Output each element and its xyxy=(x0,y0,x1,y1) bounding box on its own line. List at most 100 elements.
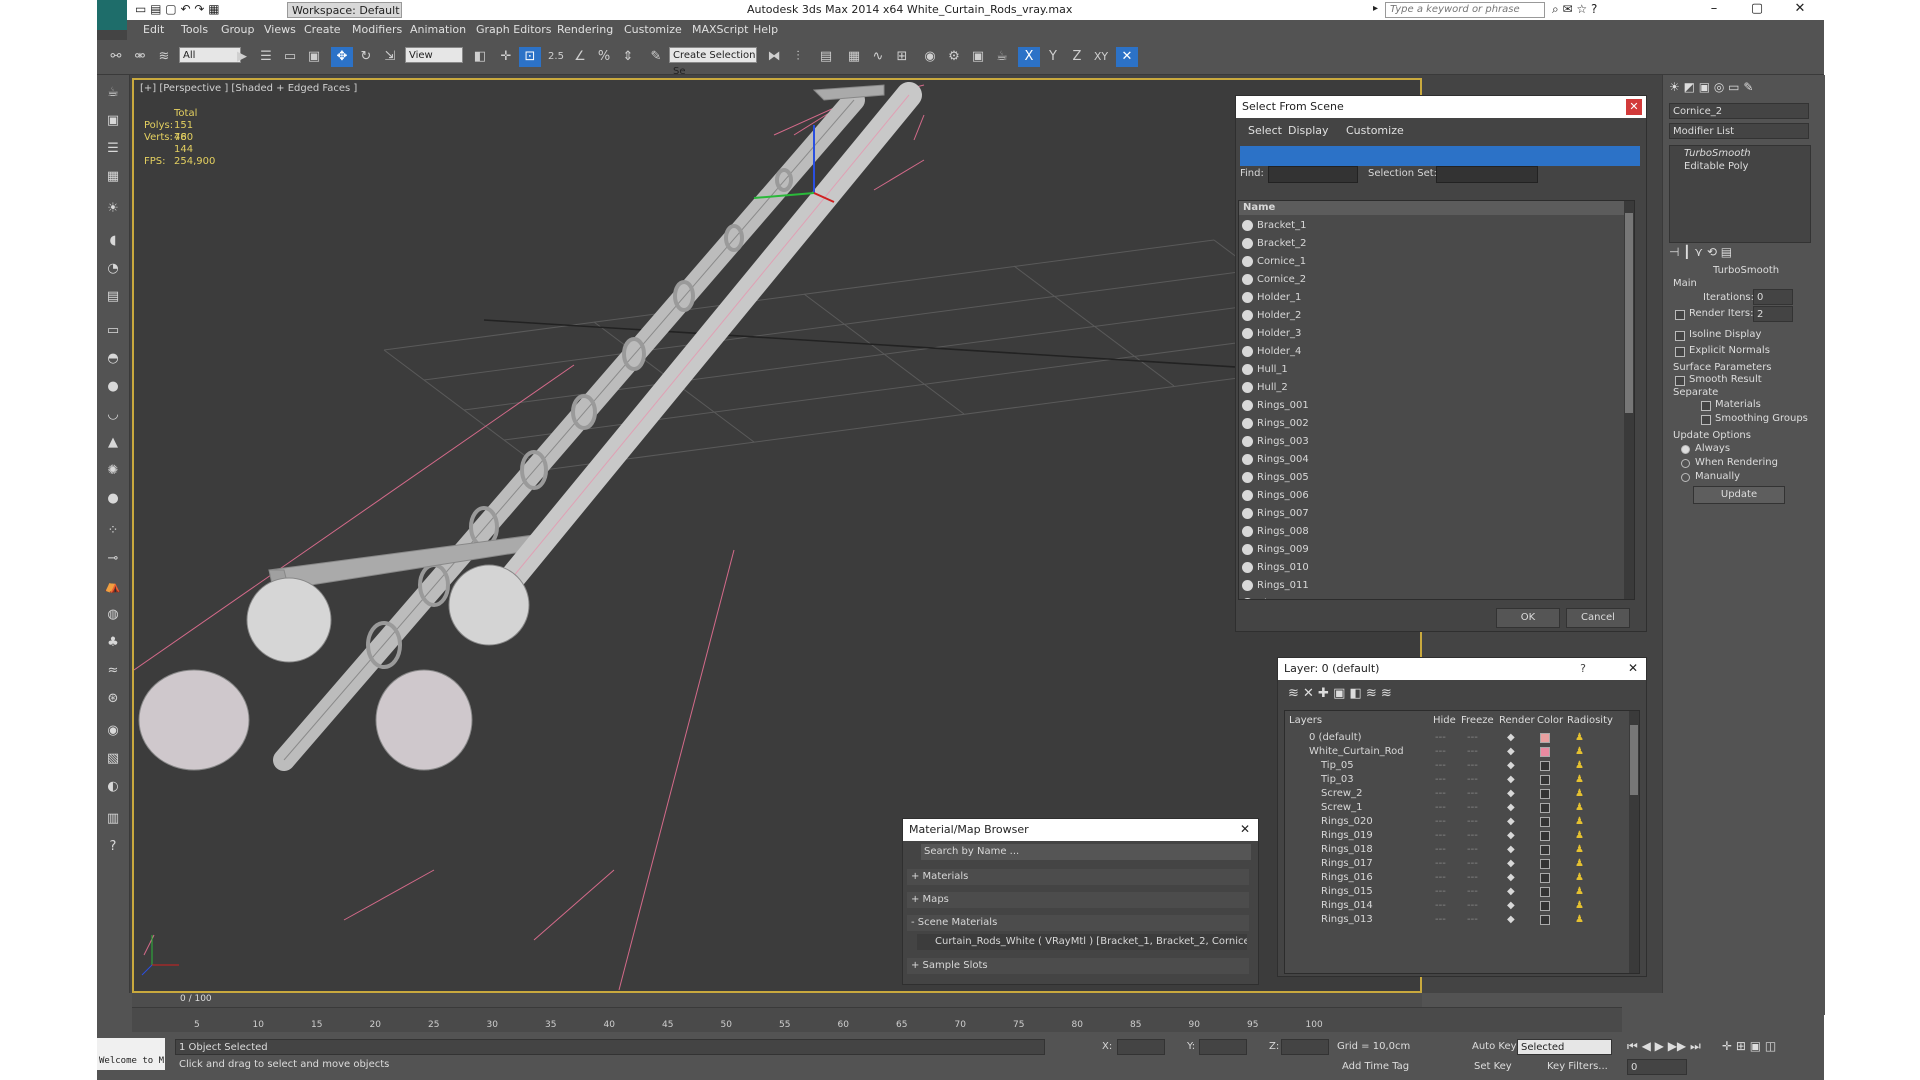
col-freeze[interactable]: Freeze xyxy=(1461,715,1494,726)
scene-object-row[interactable]: Cornice_1 xyxy=(1239,253,1624,271)
layer-color-swatch[interactable] xyxy=(1540,845,1550,855)
scene-object-row[interactable]: Rings_005 xyxy=(1239,469,1624,487)
scene-object-list[interactable]: Name Bracket_1 Bracket_2 Cornice_1 Cornice_… xyxy=(1238,200,1635,600)
pivot-icon[interactable]: ◧ xyxy=(469,47,491,67)
edit-named-selection-icon[interactable]: ✎ xyxy=(645,47,667,67)
scene-object-row[interactable]: Rings_007 xyxy=(1239,505,1624,523)
render-iters-checkbox[interactable] xyxy=(1675,310,1685,320)
menu-rendering[interactable]: Rendering xyxy=(557,23,613,36)
set-key-button[interactable]: Set Key xyxy=(1474,1061,1512,1072)
sfs-menu-select[interactable]: Select xyxy=(1248,124,1282,137)
selection-set-dropdown[interactable] xyxy=(1436,166,1538,183)
layer-scrollbar[interactable] xyxy=(1629,711,1639,973)
axis-z-button[interactable]: Z xyxy=(1066,47,1088,67)
menu-views[interactable]: Views xyxy=(264,23,296,36)
unlink-icon[interactable]: ⚮ xyxy=(129,47,151,67)
menu-create[interactable]: Create xyxy=(304,23,341,36)
layer-toolbar-icons[interactable]: ≋ ✕ ✚ ▣ ◧ ≋ ≋ xyxy=(1288,686,1392,701)
sfs-filter-toolbar[interactable] xyxy=(1240,146,1640,166)
plant-icon[interactable]: ♣ xyxy=(102,633,124,653)
sphere-icon[interactable]: ● xyxy=(102,377,124,397)
freeze-toggle[interactable]: --- xyxy=(1467,911,1478,928)
cone-icon[interactable]: ▲ xyxy=(102,433,124,453)
hair-icon[interactable]: ≈ xyxy=(102,661,124,681)
layer-color-swatch[interactable] xyxy=(1540,915,1550,925)
hemisphere-icon[interactable]: ◓ xyxy=(102,349,124,369)
layer-color-swatch[interactable] xyxy=(1540,817,1550,827)
x-coordinate-field[interactable] xyxy=(1117,1039,1165,1055)
scene-object-row[interactable]: Rings_010 xyxy=(1239,559,1624,577)
scene-object-row[interactable]: Rings_011 xyxy=(1239,577,1624,595)
speaker-icon[interactable]: ◖ xyxy=(102,231,124,251)
layer-manager-icon[interactable]: ▤ xyxy=(815,47,837,67)
scene-object-row[interactable]: Rings_006 xyxy=(1239,487,1624,505)
scene-object-row[interactable]: Rings_003 xyxy=(1239,433,1624,451)
scene-object-row[interactable]: Hull_1 xyxy=(1239,361,1624,379)
bowl-icon[interactable]: ◡ xyxy=(102,405,124,425)
layer-color-swatch[interactable] xyxy=(1540,803,1550,813)
iterations-spinner[interactable]: 0 xyxy=(1753,289,1793,305)
object-name-field[interactable]: Cornice_2 xyxy=(1669,103,1809,119)
stack-tools-icons[interactable]: ⊣ ┃ ⋎ ⟲ ▤ xyxy=(1669,245,1732,259)
light-bulb-icon[interactable]: ☀ xyxy=(102,199,124,219)
select-and-move-icon[interactable]: ✥ xyxy=(331,47,353,67)
update-manually-radio[interactable] xyxy=(1681,473,1690,482)
box-icon[interactable]: ▭ xyxy=(102,321,124,341)
select-and-scale-icon[interactable]: ⇲ xyxy=(379,47,401,67)
render-toggle-icon[interactable]: ◆ xyxy=(1507,911,1515,928)
maxscript-listener[interactable]: Welcome to M xyxy=(97,1038,165,1070)
mirror-icon[interactable]: ⧓ xyxy=(763,47,785,67)
teapot-icon[interactable]: ☕ xyxy=(102,83,124,103)
current-frame-field[interactable]: 0 xyxy=(1627,1059,1687,1075)
col-hide[interactable]: Hide xyxy=(1433,715,1456,726)
section-sample-slots[interactable]: + Sample Slots xyxy=(907,958,1249,974)
name-column-header[interactable]: Name xyxy=(1239,201,1624,215)
film-icon[interactable]: ▤ xyxy=(102,287,124,307)
menu-edit[interactable]: Edit xyxy=(143,23,164,36)
search-arrow-icon[interactable]: ▸ xyxy=(1373,3,1378,14)
globe-blue-icon[interactable]: ◐ xyxy=(102,777,124,797)
layer-close-button[interactable]: ✕ xyxy=(1628,661,1638,675)
stack-item-editable-poly[interactable]: Editable Poly xyxy=(1684,161,1748,172)
window-crossing-icon[interactable]: ▣ xyxy=(303,47,325,67)
globe-icon[interactable]: ◍ xyxy=(102,605,124,625)
col-layers[interactable]: Layers xyxy=(1289,715,1322,726)
layer-color-swatch[interactable] xyxy=(1540,859,1550,869)
section-materials[interactable]: + Materials xyxy=(907,869,1249,885)
list-icon[interactable]: ☰ xyxy=(102,139,124,159)
viewport-nav-icons[interactable]: ✛ ⊞ ▣ ◫ xyxy=(1722,1039,1776,1053)
render-setup-icon[interactable]: ⚙ xyxy=(943,47,965,67)
select-manipulate-icon[interactable]: ✛ xyxy=(495,47,517,67)
menu-graph-editors[interactable]: Graph Editors xyxy=(476,23,552,36)
bind-space-warp-icon[interactable]: ≋ xyxy=(153,47,175,67)
scene-object-row[interactable]: Holder_1 xyxy=(1239,289,1624,307)
help-icon[interactable]: ? xyxy=(102,837,124,857)
layer-color-swatch[interactable] xyxy=(1540,831,1550,841)
scene-object-row[interactable]: Rings_008 xyxy=(1239,523,1624,541)
axis-xy-button[interactable]: XY xyxy=(1090,47,1112,67)
angle-snap-icon[interactable]: ∠ xyxy=(569,47,591,67)
select-object-icon[interactable]: ▶ xyxy=(231,47,253,67)
rollout-turbosmooth-title[interactable]: TurboSmooth xyxy=(1713,265,1779,276)
dialog-close-button[interactable]: ✕ xyxy=(1626,99,1642,115)
col-radiosity[interactable]: Radiosity xyxy=(1567,715,1613,726)
auto-key-button[interactable]: Auto Key xyxy=(1472,1041,1517,1052)
scene-object-row[interactable]: Bracket_2 xyxy=(1239,235,1624,253)
align-icon[interactable]: ⫶ xyxy=(787,47,809,67)
menu-modifiers[interactable]: Modifiers xyxy=(352,23,402,36)
col-render[interactable]: Render xyxy=(1499,715,1535,726)
axis-constraint-icon[interactable]: ✕ xyxy=(1116,47,1138,67)
ribbon-icon[interactable]: ▦ xyxy=(843,47,865,67)
layer-row[interactable]: Rings_013 --- --- ◆ ♟ xyxy=(1285,911,1625,928)
scene-object-row[interactable]: Holder_2 xyxy=(1239,307,1624,325)
infocenter-icons[interactable]: ⌕ ✉ ☆ ? xyxy=(1552,2,1597,17)
link-icon[interactable]: ⚯ xyxy=(105,47,127,67)
layer-scroll-thumb[interactable] xyxy=(1630,725,1638,795)
axis-x-button[interactable]: X xyxy=(1018,47,1040,67)
scene-object-row[interactable]: Rings_002 xyxy=(1239,415,1624,433)
maximize-button[interactable]: ▢ xyxy=(1737,1,1777,19)
menu-help[interactable]: Help xyxy=(753,23,778,36)
snap-toggle-button[interactable]: 2.5 xyxy=(545,47,567,67)
pipe-icon[interactable]: ⊸ xyxy=(102,549,124,569)
cancel-button[interactable]: Cancel xyxy=(1566,608,1630,628)
